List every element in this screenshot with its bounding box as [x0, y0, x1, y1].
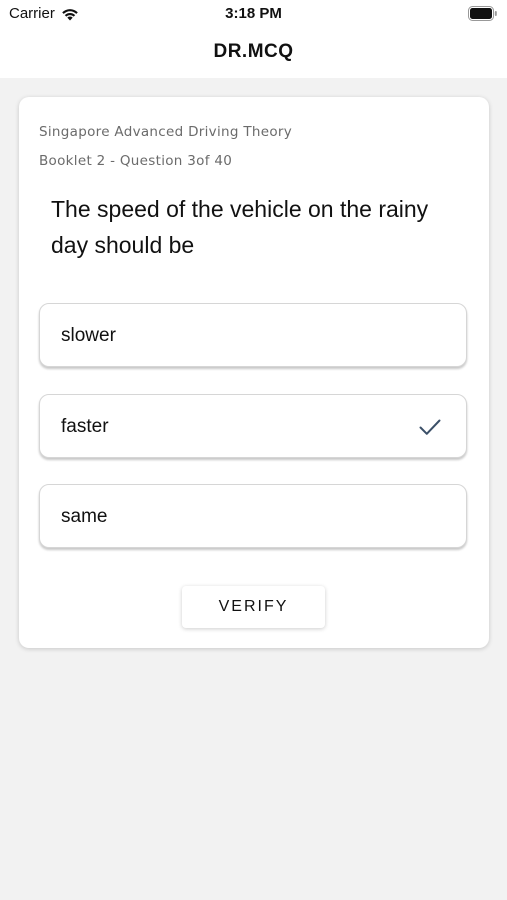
checkmark-icon	[419, 419, 441, 435]
app-title: DR.MCQ	[213, 41, 294, 62]
answer-option-faster[interactable]: faster	[39, 394, 467, 458]
navigation-bar: DR.MCQ	[0, 28, 507, 78]
verify-button[interactable]: VERIFY	[182, 586, 325, 628]
answer-option-label: slower	[61, 325, 116, 346]
question-card: Singapore Advanced Driving Theory Bookle…	[19, 97, 489, 648]
battery-icon	[468, 6, 497, 21]
question-text: The speed of the vehicle on the rainy da…	[51, 196, 429, 258]
status-bar: Carrier 3:18 PM	[0, 0, 507, 28]
question-progress: Booklet 2 - Question 3of 40	[39, 153, 233, 169]
answer-option-slower[interactable]: slower	[39, 303, 467, 367]
status-time: 3:18 PM	[225, 5, 282, 22]
answer-option-label: same	[61, 506, 108, 527]
booklet-title: Singapore Advanced Driving Theory	[39, 124, 293, 140]
answer-option-same[interactable]: same	[39, 484, 467, 548]
answer-option-label: faster	[61, 416, 109, 437]
